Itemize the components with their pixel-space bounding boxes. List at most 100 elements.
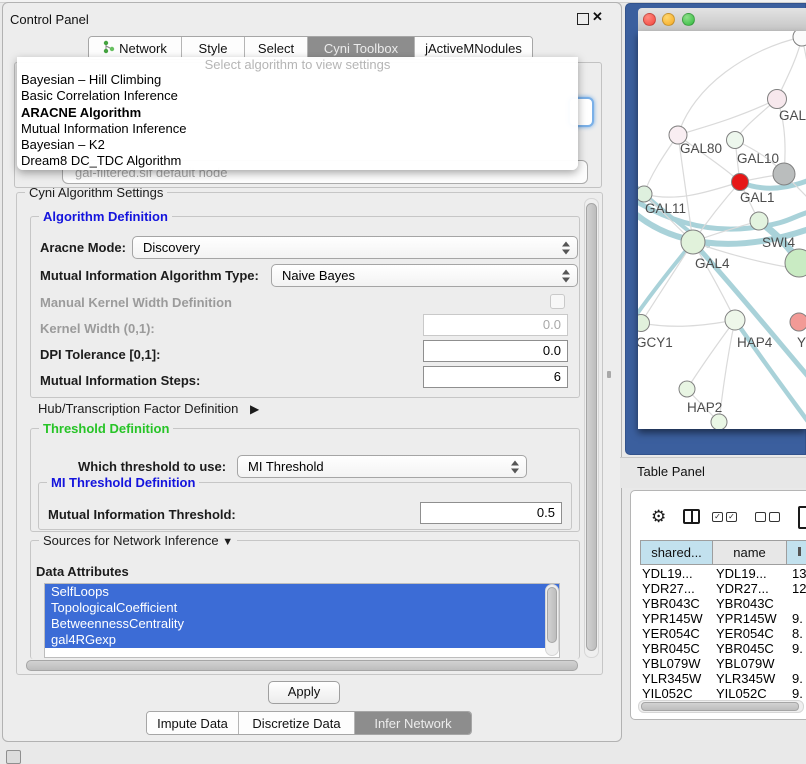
aracne-mode-label: Aracne Mode: (40, 240, 126, 255)
algorithm-option[interactable]: Bayesian – Hill Climbing (17, 72, 578, 88)
tab-discretize-data[interactable]: Discretize Data (239, 712, 355, 734)
network-node-y[interactable] (790, 313, 806, 331)
combo-arrows-icon (562, 269, 571, 282)
node-label: GAL4 (695, 256, 730, 271)
table-cell: YDL19... (716, 566, 767, 581)
close-icon[interactable]: ✕ (592, 9, 603, 25)
table-cell: YER054C (642, 626, 700, 641)
attribute-item[interactable]: gal4RGexp (45, 632, 559, 648)
algorithm-option[interactable]: Basic Correlation Inference (17, 88, 578, 104)
kernel-width-field[interactable]: 0.0 (423, 314, 568, 336)
network-node-gal10[interactable] (727, 132, 744, 149)
attribute-item[interactable]: BetweennessCentrality (45, 616, 559, 632)
column-header-partial[interactable] (786, 540, 806, 565)
deselect-checkbox-icon[interactable] (769, 512, 780, 522)
table-horizontal-scrollbar[interactable] (638, 700, 804, 713)
table-row[interactable]: YDR27...YDR27...12 (640, 581, 806, 596)
algorithm-option[interactable]: Mutual Information Inference (17, 121, 578, 137)
table-row[interactable]: YPR145WYPR145W9. (640, 611, 806, 626)
network-edge[interactable] (638, 242, 693, 321)
minimize-traffic-light[interactable] (662, 13, 675, 26)
dpi-tolerance-field[interactable]: 0.0 (423, 340, 568, 362)
table-cell: YER054C (716, 626, 774, 641)
network-node-gal11[interactable] (638, 186, 652, 202)
tab-jactivemnodules[interactable]: jActiveMNodules (415, 37, 532, 59)
close-traffic-light[interactable] (643, 13, 656, 26)
tab-impute-data[interactable]: Impute Data (147, 712, 239, 734)
mi-type-select[interactable]: Naive Bayes (271, 264, 578, 287)
table-cell: YLR345W (716, 671, 775, 686)
network-node-gal[interactable] (768, 90, 787, 109)
table-row[interactable]: YLR345WYLR345W9. (640, 671, 806, 686)
algorithm-option[interactable]: ARACNE Algorithm (17, 105, 578, 121)
hub-definition-label: Hub/Transcription Factor Definition (38, 401, 238, 416)
network-node-gal1[interactable] (732, 174, 749, 191)
manual-kernel-checkbox[interactable] (550, 294, 565, 309)
apply-button[interactable]: Apply (268, 681, 340, 704)
network-node-hap2[interactable] (679, 381, 695, 397)
sources-group-title[interactable]: Sources for Network Inference ▼ (39, 533, 237, 550)
select-all-checkbox-icon[interactable]: ✓ (726, 512, 737, 522)
attributes-list-scrollbar[interactable] (545, 584, 559, 656)
algorithm-option[interactable]: Dream8 DC_TDC Algorithm (17, 153, 578, 169)
network-node[interactable] (773, 163, 795, 185)
select-all-checkbox-icon[interactable]: ✓ (712, 512, 723, 522)
network-node-gal4[interactable] (681, 230, 705, 254)
tab-label: Infer Network (374, 716, 451, 731)
document-icon[interactable] (798, 506, 806, 529)
dpi-tolerance-label: DPI Tolerance [0,1]: (40, 347, 160, 362)
deselect-checkbox-icon[interactable] (755, 512, 766, 522)
aracne-mode-select[interactable]: Discovery (132, 236, 578, 259)
cyni-mode-tab-bar: Impute DataDiscretize Data Infer Network (146, 711, 472, 735)
table-row[interactable]: YBR043CYBR043C (640, 596, 806, 611)
table-row[interactable]: YER054CYER054C8. (640, 626, 806, 641)
network-canvas[interactable]: GALGAL80GAL10GAL1GAL11SWI4GAL4GCY1HAP4YH… (638, 31, 806, 429)
table-row[interactable]: YBR045CYBR045C9. (640, 641, 806, 656)
network-edge[interactable] (644, 135, 678, 194)
network-edge[interactable] (777, 37, 802, 99)
table-row[interactable]: YDL19...YDL19...13 (640, 566, 806, 581)
column-header-name[interactable]: name (712, 540, 786, 565)
network-edge[interactable] (641, 320, 735, 326)
network-edge[interactable] (641, 242, 693, 323)
panel-splitter-handle[interactable] (607, 371, 611, 378)
tab-network[interactable]: Network (89, 37, 182, 59)
table-cell: YBR045C (716, 641, 774, 656)
columns-icon[interactable] (683, 509, 700, 524)
table-row[interactable]: YIL052CYIL052C9. (640, 686, 806, 698)
float-window-icon[interactable] (577, 13, 589, 25)
collapse-arrow-icon: ▼ (222, 536, 233, 548)
gear-icon[interactable]: ⚙ (651, 508, 666, 526)
table-row[interactable]: YBL079WYBL079W (640, 656, 806, 671)
table-body: YDL19...YDL19...13YDR27...YDR27...12YBR0… (640, 566, 806, 698)
aracne-mode-value: Discovery (143, 240, 200, 255)
tab-label: Style (199, 41, 228, 56)
hub-definition-toggle[interactable]: Hub/Transcription Factor Definition ▶ (38, 401, 259, 416)
mi-steps-field[interactable]: 6 (423, 366, 568, 388)
sources-title-label: Sources for Network Inference (43, 533, 219, 548)
mi-threshold-field[interactable]: 0.5 (420, 502, 562, 524)
tab-style[interactable]: Style (182, 37, 245, 59)
table-cell: YDR27... (716, 581, 769, 596)
combo-arrows-icon (562, 241, 571, 254)
tab-cyni-toolbox[interactable]: Cyni Toolbox (308, 37, 415, 59)
network-node-hap4[interactable] (725, 310, 745, 330)
network-node-swi4[interactable] (750, 212, 768, 230)
column-header-shared-name[interactable]: shared... (640, 540, 712, 565)
node-label: HAP4 (737, 335, 773, 350)
zoom-traffic-light[interactable] (682, 13, 695, 26)
attribute-item[interactable]: SelfLoops (45, 584, 559, 600)
tab-infer-network[interactable]: Infer Network (355, 712, 471, 734)
network-node-gcy1[interactable] (638, 315, 650, 332)
settings-vertical-scrollbar[interactable] (584, 198, 599, 658)
network-edge[interactable] (687, 320, 735, 389)
network-node[interactable] (711, 414, 727, 429)
attribute-item[interactable]: TopologicalCoefficient (45, 600, 559, 616)
network-node[interactable] (793, 31, 806, 46)
network-edge[interactable] (644, 182, 740, 197)
table-cell: 9. (792, 671, 803, 686)
tab-select[interactable]: Select (245, 37, 308, 59)
which-threshold-select[interactable]: MI Threshold (237, 455, 527, 478)
settings-horizontal-scrollbar[interactable] (22, 659, 582, 672)
algorithm-option[interactable]: Bayesian – K2 (17, 137, 578, 153)
